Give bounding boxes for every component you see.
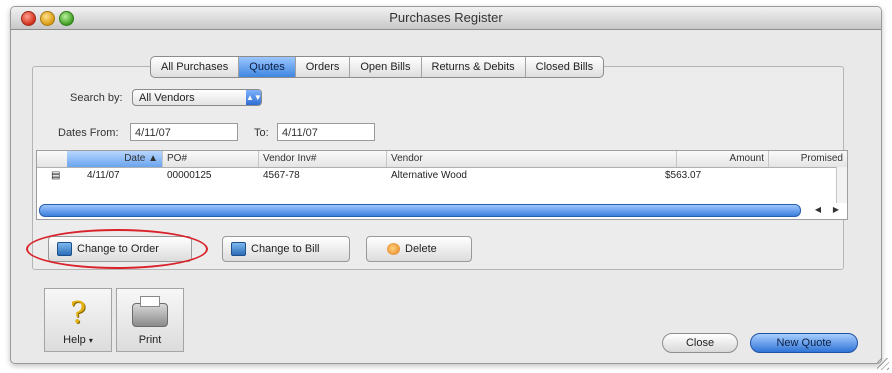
tab-all-purchases[interactable]: All Purchases [151, 57, 240, 77]
tab-returns-debits[interactable]: Returns & Debits [422, 57, 526, 77]
scroll-left-icon[interactable]: ◀ [815, 203, 821, 216]
quotes-table: Date ▲ PO# Vendor Inv# Vendor Amount Pro… [36, 150, 848, 220]
column-header-promised[interactable]: Promised [769, 151, 847, 167]
change-to-bill-button[interactable]: Change to Bill [222, 236, 350, 262]
column-header-vendor-inv[interactable]: Vendor Inv# [259, 151, 387, 167]
to-label: To: [254, 127, 269, 139]
new-quote-button[interactable]: New Quote [750, 333, 858, 353]
convert-bill-icon [231, 242, 246, 256]
tab-bar: All Purchases Quotes Orders Open Bills R… [150, 56, 605, 78]
row-vendor: Alternative Wood [391, 170, 467, 181]
table-row[interactable]: ▤ 4/11/07 00000125 4567-78 Alternative W… [37, 168, 847, 183]
vendor-select[interactable]: All Vendors ▲▼ [132, 89, 262, 106]
row-po: 00000125 [167, 170, 212, 181]
window-title: Purchases Register [389, 10, 503, 25]
row-type-icon: ▤ [51, 170, 61, 181]
help-button[interactable]: ? Help ▾ [44, 288, 112, 352]
column-date-label: Date [124, 153, 146, 164]
delete-label: Delete [405, 243, 437, 255]
scroll-arrows: ◀ ▶ [809, 203, 845, 216]
close-button[interactable]: Close [662, 333, 738, 353]
help-label: Help ▾ [63, 334, 93, 346]
row-date: 4/11/07 [87, 170, 120, 181]
column-header-vendor[interactable]: Vendor [387, 151, 677, 167]
column-header-amount[interactable]: Amount [677, 151, 769, 167]
select-arrows-icon: ▲▼ [246, 90, 262, 105]
print-button[interactable]: Print [116, 288, 184, 352]
delete-button[interactable]: Delete [366, 236, 472, 262]
delete-icon [387, 243, 400, 255]
date-from-field[interactable]: 4/11/07 [130, 123, 238, 141]
column-header-po[interactable]: PO# [163, 151, 259, 167]
printer-icon [132, 296, 168, 327]
resize-grip-icon[interactable] [877, 358, 889, 370]
row-vendor-inv: 4567-78 [263, 170, 300, 181]
help-question-icon: ? [69, 296, 87, 331]
dates-from-label: Dates From: [58, 127, 119, 139]
row-amount: $563.07 [665, 170, 702, 181]
change-to-bill-label: Change to Bill [251, 243, 320, 255]
date-to-field[interactable]: 4/11/07 [277, 123, 375, 141]
title-bar[interactable]: Purchases Register [11, 7, 881, 30]
vendor-select-value: All Vendors [139, 92, 195, 104]
horizontal-scrollbar[interactable] [39, 204, 801, 217]
tab-quotes[interactable]: Quotes [239, 57, 296, 77]
highlight-annotation [26, 229, 208, 269]
print-label: Print [138, 334, 162, 346]
tab-open-bills[interactable]: Open Bills [350, 57, 422, 77]
column-header-date[interactable]: Date ▲ [67, 151, 163, 167]
table-header: Date ▲ PO# Vendor Inv# Vendor Amount Pro… [37, 151, 847, 168]
chevron-down-icon: ▾ [88, 336, 93, 345]
scroll-right-icon[interactable]: ▶ [833, 203, 839, 216]
tab-closed-bills[interactable]: Closed Bills [526, 57, 603, 77]
tab-orders[interactable]: Orders [296, 57, 351, 77]
search-by-label: Search by: [70, 92, 123, 104]
sort-ascending-icon: ▲ [148, 153, 158, 164]
vertical-scrollbar[interactable] [836, 167, 847, 203]
